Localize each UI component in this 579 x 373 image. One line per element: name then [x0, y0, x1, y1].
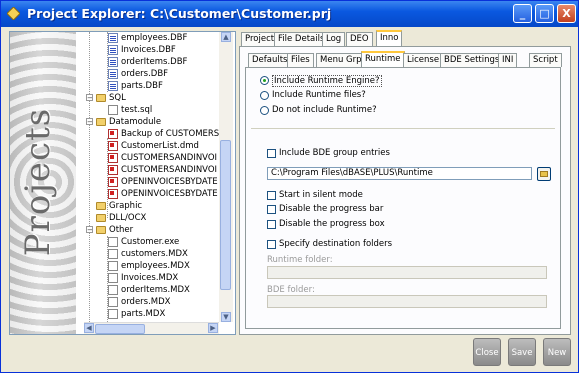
mdx-file-icon — [108, 261, 118, 271]
datamodule-file-icon — [108, 189, 118, 199]
mdx-file-icon — [108, 273, 118, 283]
mdx-file-icon — [108, 309, 118, 319]
tab-runtime[interactable]: Runtime — [361, 51, 405, 67]
include-bde-checkbox[interactable] — [267, 149, 276, 158]
runtime-folder-label: Runtime folder: — [267, 255, 333, 265]
tab-inno[interactable]: Inno — [376, 30, 403, 46]
folder-icon — [96, 94, 106, 102]
tab-file-details[interactable]: File Details — [274, 32, 329, 46]
mdx-file-icon — [108, 249, 118, 259]
tab-license[interactable]: License — [403, 53, 444, 67]
datamodule-file-icon — [108, 153, 118, 163]
browse-folder-icon[interactable] — [537, 167, 551, 181]
runtime-path-input[interactable]: C:\Program Files\dBASE\PLUS\Runtime — [267, 167, 532, 180]
project-tree[interactable]: employees.DBF Invoices.DBF orderItems.DB… — [84, 32, 219, 322]
bde-folder-input[interactable] — [267, 295, 547, 308]
scroll-left-arrow-icon[interactable]: ◀ — [84, 323, 94, 333]
disable-progress-bar-label[interactable]: Disable the progress bar — [279, 204, 383, 214]
tree-guide-line — [89, 32, 90, 322]
tab-deo[interactable]: DEO — [346, 32, 373, 46]
window-title: Project Explorer: C:\Customer\Customer.p… — [27, 6, 332, 21]
datamodule-file-icon — [108, 129, 118, 139]
specify-destination-checkbox[interactable] — [267, 240, 276, 249]
collapse-sql-toggle[interactable]: − — [86, 94, 93, 102]
disable-progress-box-label[interactable]: Disable the progress box — [279, 219, 385, 229]
datamodule-file-icon — [108, 165, 118, 175]
folder-icon — [96, 226, 106, 234]
horizontal-scroll-thumb[interactable] — [95, 324, 145, 334]
vertical-scroll-thumb[interactable] — [220, 140, 231, 290]
include-runtime-engine-label[interactable]: Include Runtime Engine? — [272, 75, 382, 87]
tab-files[interactable]: Files — [287, 53, 314, 67]
datamodule-file-icon — [108, 141, 118, 151]
tab-project[interactable]: Project — [241, 32, 279, 46]
folder-icon — [96, 118, 106, 126]
silent-mode-label[interactable]: Start in silent mode — [279, 190, 363, 200]
scroll-right-arrow-icon[interactable]: ▶ — [208, 323, 218, 333]
minimize-button[interactable]: _ — [513, 4, 532, 23]
close-button[interactable]: Close — [473, 338, 501, 366]
disable-progress-box-checkbox[interactable] — [267, 220, 276, 229]
project-tree-panel: Projects employees.DBF Invoices.DBF orde… — [9, 31, 236, 335]
include-runtime-engine-radio[interactable] — [260, 76, 269, 85]
mdx-file-icon — [108, 297, 118, 307]
project-explorer-window: Project Explorer: C:\Customer\Customer.p… — [0, 0, 579, 373]
save-button[interactable]: Save — [508, 338, 536, 366]
tab-bde-settings[interactable]: BDE Settings — [440, 53, 504, 67]
exe-file-icon — [108, 237, 118, 247]
include-runtime-files-label[interactable]: Include Runtime files? — [272, 90, 366, 100]
projects-banner: Projects — [10, 32, 76, 334]
tab-ini[interactable]: INI — [498, 53, 518, 67]
datamodule-file-icon — [108, 177, 118, 187]
include-bde-label[interactable]: Include BDE group entries — [279, 148, 390, 158]
include-runtime-files-radio[interactable] — [260, 91, 269, 100]
scroll-down-arrow-icon[interactable]: ▼ — [221, 312, 231, 322]
new-button[interactable]: New — [543, 338, 571, 366]
folder-icon — [96, 202, 106, 210]
bde-folder-label: BDE folder: — [267, 285, 315, 295]
tree-vertical-scrollbar[interactable]: ▲ ▼ — [219, 32, 233, 322]
dbf-file-icon — [108, 69, 118, 79]
no-runtime-radio[interactable] — [260, 106, 269, 115]
folder-icon — [96, 214, 106, 222]
dbf-file-icon — [108, 33, 118, 43]
runtime-folder-input[interactable] — [267, 266, 547, 279]
tab-log[interactable]: Log — [322, 32, 346, 46]
dbf-file-icon — [108, 81, 118, 91]
sql-file-icon — [108, 105, 118, 115]
tab-defaults[interactable]: Defaults — [248, 53, 292, 67]
silent-mode-checkbox[interactable] — [267, 191, 276, 200]
projects-banner-text: Projects — [18, 107, 58, 257]
dbf-file-icon — [108, 45, 118, 55]
no-runtime-label[interactable]: Do not include Runtime? — [272, 105, 377, 115]
group-separator — [251, 128, 555, 129]
app-icon — [7, 7, 20, 20]
tab-menu-grp[interactable]: Menu Grp — [316, 53, 366, 67]
close-window-button[interactable]: X — [557, 4, 576, 23]
tab-script[interactable]: Script — [529, 53, 562, 67]
collapse-other-toggle[interactable]: − — [86, 226, 93, 234]
scroll-up-arrow-icon[interactable]: ▲ — [221, 32, 231, 42]
tree-horizontal-scrollbar[interactable]: ◀ ▶ — [84, 322, 219, 334]
title-bar[interactable]: Project Explorer: C:\Customer\Customer.p… — [1, 1, 578, 27]
mdx-file-icon — [108, 285, 118, 295]
specify-destination-label[interactable]: Specify destination folders — [279, 239, 392, 249]
dbf-file-icon — [108, 57, 118, 67]
disable-progress-bar-checkbox[interactable] — [267, 205, 276, 214]
collapse-datamodule-toggle[interactable]: − — [86, 118, 93, 126]
maximize-button[interactable]: □ — [535, 4, 554, 23]
